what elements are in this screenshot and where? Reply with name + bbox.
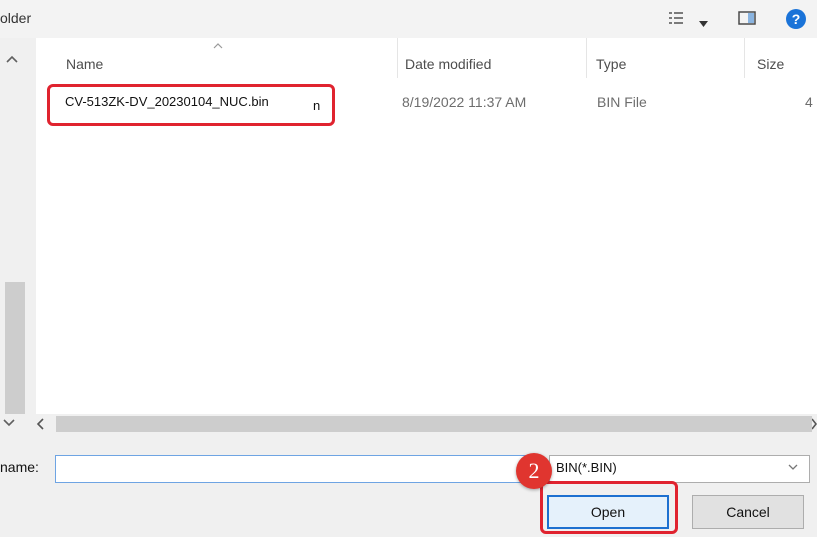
- column-header-name[interactable]: Name: [66, 56, 103, 72]
- file-type: BIN File: [597, 94, 647, 110]
- scroll-left-icon[interactable]: [36, 418, 44, 433]
- toolbar-title: older: [0, 10, 32, 26]
- help-icon[interactable]: ?: [785, 8, 807, 35]
- column-divider[interactable]: [744, 38, 745, 78]
- vertical-scrollbar[interactable]: [0, 38, 36, 442]
- scroll-down-icon[interactable]: [3, 416, 15, 430]
- caret-down-icon[interactable]: [699, 14, 708, 32]
- preview-pane-icon[interactable]: [738, 10, 756, 31]
- scroll-right-icon[interactable]: [811, 418, 817, 433]
- toolbar: older ?: [0, 0, 817, 38]
- scroll-up-icon[interactable]: [6, 52, 18, 66]
- step-number-badge: 2: [516, 453, 552, 489]
- horizontal-scroll-thumb[interactable]: [56, 416, 812, 432]
- file-type-filter-value: BIN(*.BIN): [556, 460, 617, 475]
- file-date-modified: 8/19/2022 11:37 AM: [402, 94, 527, 110]
- column-header-size[interactable]: Size: [757, 56, 784, 72]
- sort-ascending-icon: [213, 40, 223, 52]
- open-highlight-box: [540, 481, 678, 534]
- file-highlight-box: [47, 84, 335, 126]
- list-view-icon[interactable]: [668, 10, 684, 31]
- cancel-button[interactable]: Cancel: [692, 495, 804, 529]
- file-size: 4: [805, 94, 813, 110]
- horizontal-scrollbar[interactable]: [0, 414, 817, 436]
- chevron-down-icon[interactable]: [788, 460, 798, 474]
- help-glyph: ?: [792, 11, 801, 27]
- column-divider[interactable]: [397, 38, 398, 78]
- column-header-type[interactable]: Type: [596, 56, 626, 72]
- column-divider[interactable]: [586, 38, 587, 78]
- file-name-input[interactable]: [55, 455, 541, 483]
- file-name-label: name:: [0, 459, 39, 475]
- column-header-date-modified[interactable]: Date modified: [405, 56, 491, 72]
